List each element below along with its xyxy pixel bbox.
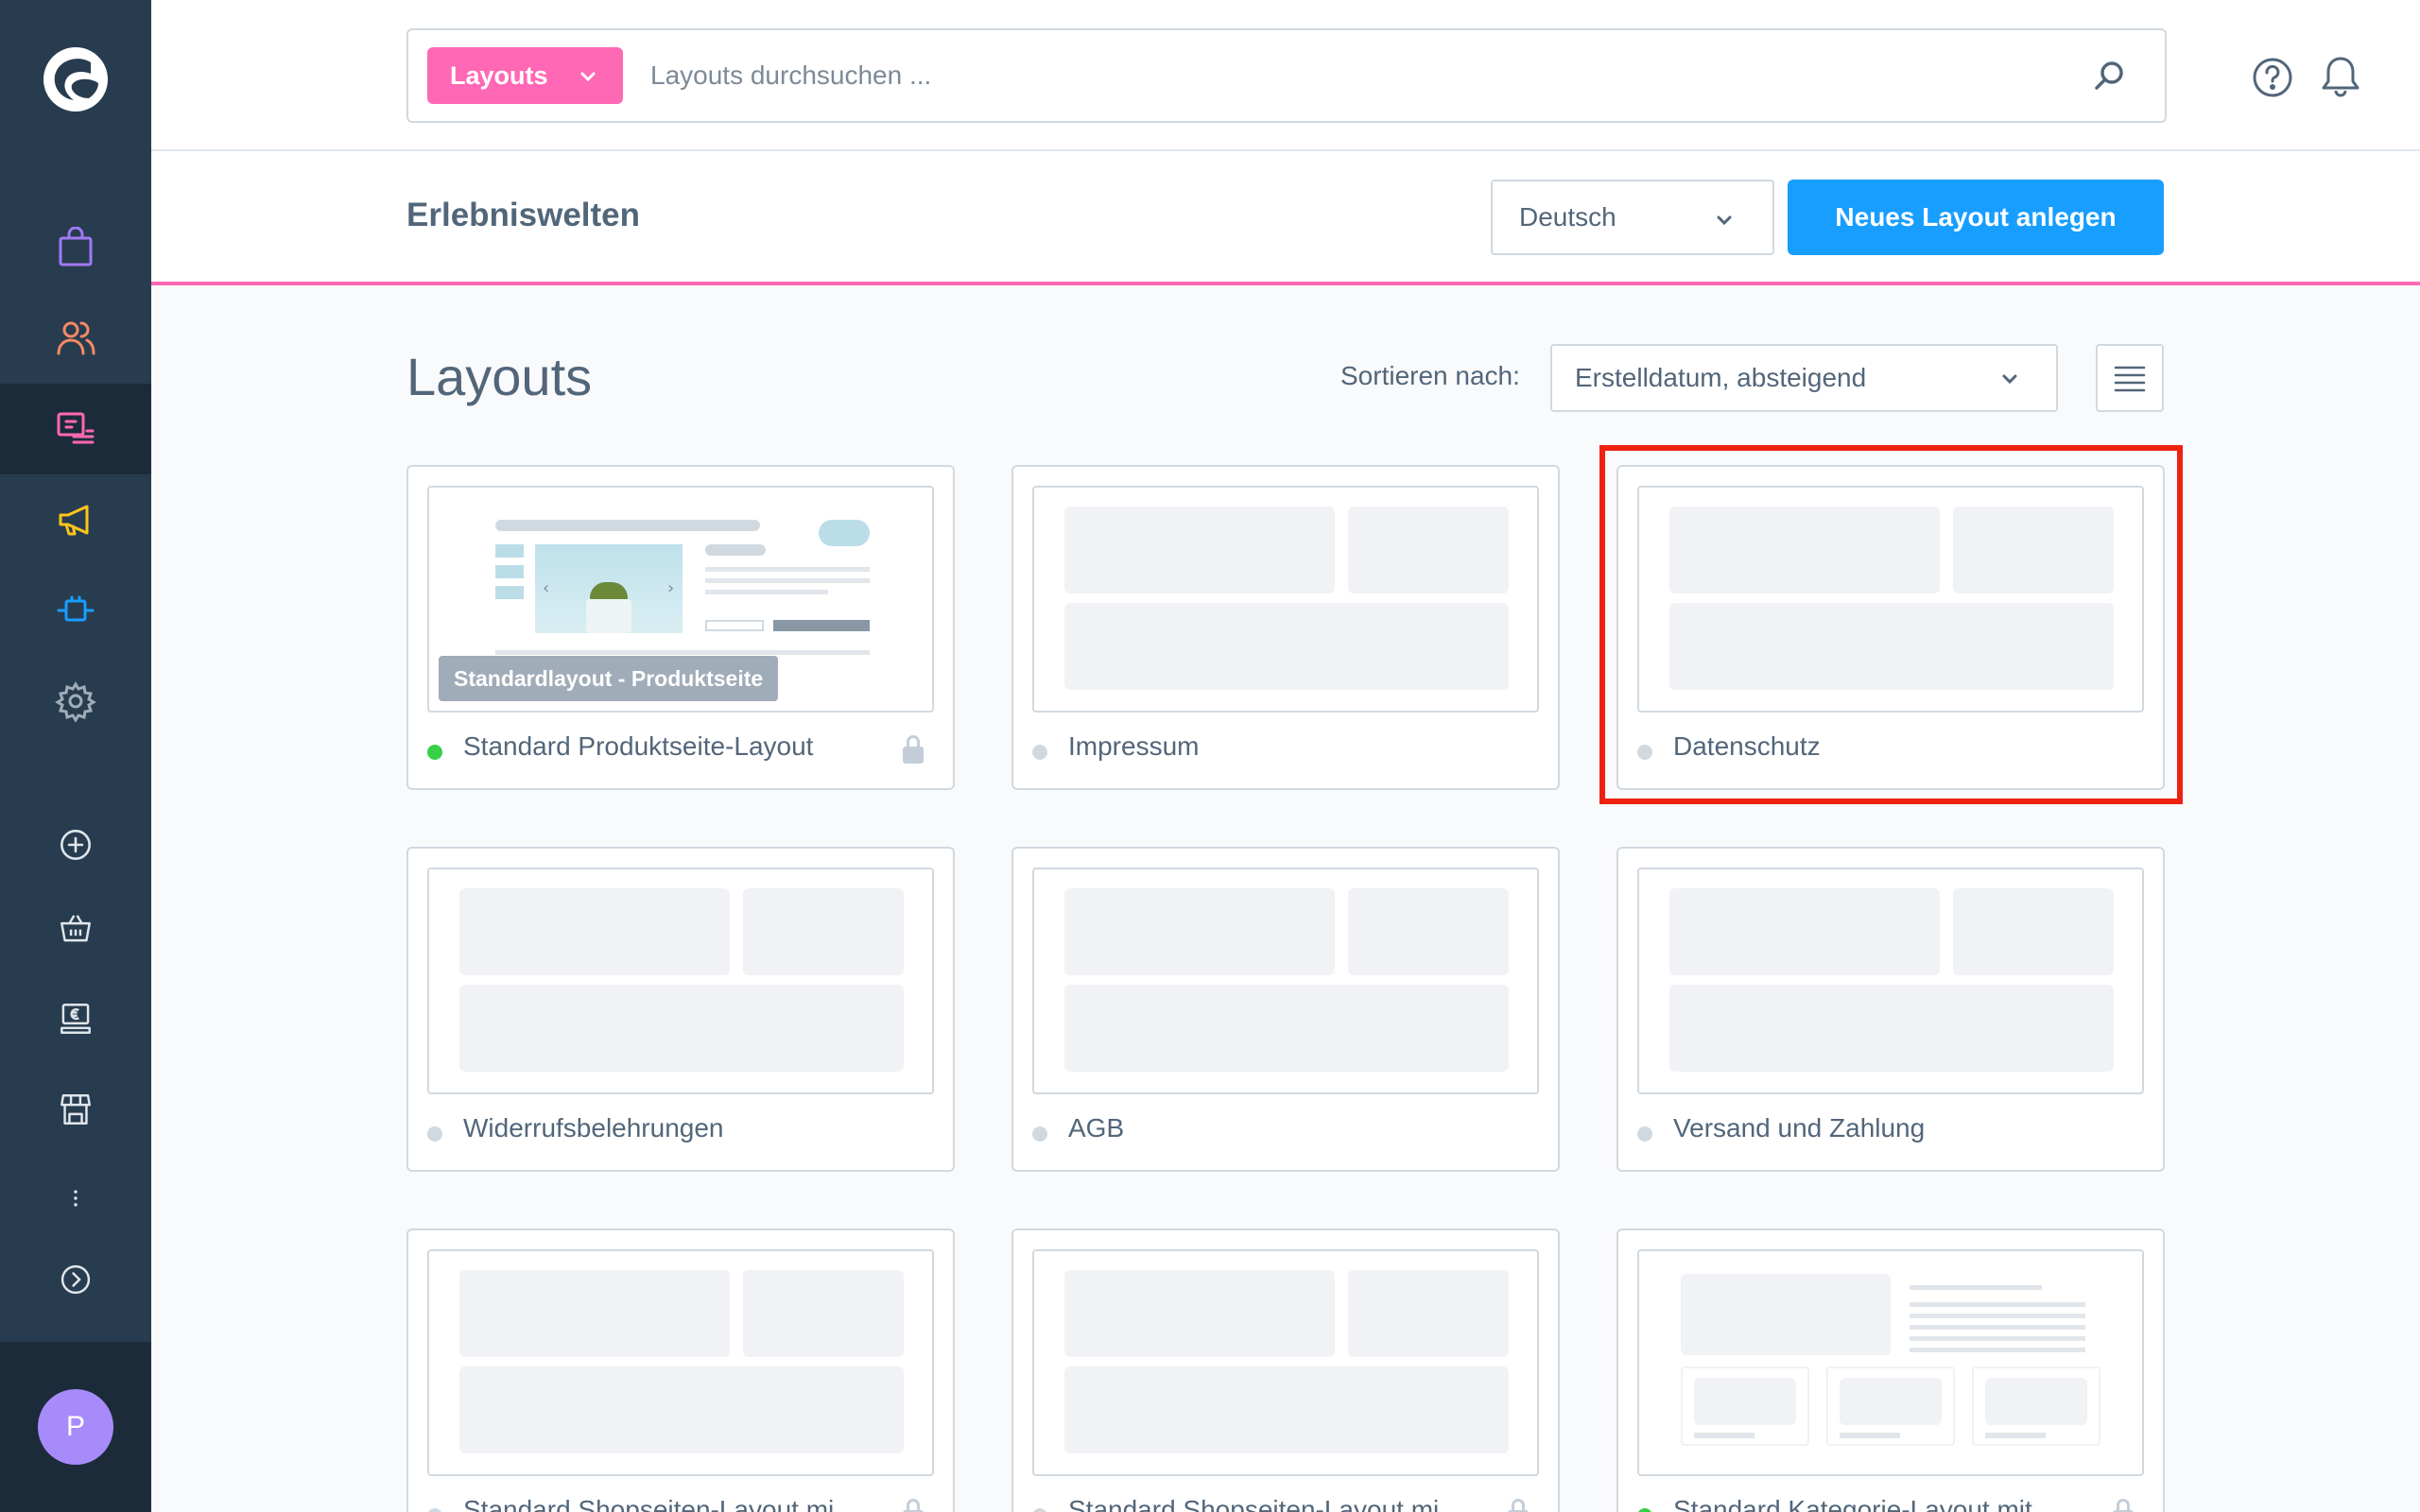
nav-content[interactable]: [0, 384, 151, 474]
chevron-down-icon: [580, 72, 596, 82]
status-indicator: [1032, 745, 1047, 760]
status-indicator: [1637, 1126, 1652, 1142]
layout-preview: [1637, 868, 2144, 1094]
nav-add-sales-channel[interactable]: [0, 799, 151, 890]
nav-more[interactable]: [0, 1153, 151, 1244]
shopware-logo-icon[interactable]: [42, 45, 110, 113]
layout-card[interactable]: Widerrufsbelehrungen: [406, 847, 955, 1172]
status-indicator: [1637, 1508, 1652, 1512]
layout-preview: ‹ › Standardlayout - Produktseite: [427, 486, 934, 713]
sales-channel-store-icon: [60, 1094, 91, 1125]
sales-channel-basket-icon: [60, 915, 91, 942]
create-layout-button[interactable]: Neues Layout anlegen: [1788, 180, 2164, 255]
language-switch[interactable]: Deutsch: [1491, 180, 1774, 255]
highlight-box: [1599, 445, 2183, 804]
smart-bar: Erlebniswelten Deutsch Neues Layout anle…: [151, 151, 2420, 285]
global-search[interactable]: Layouts Layouts durchsuchen ...: [406, 28, 2167, 123]
content-icon: [57, 412, 95, 444]
status-indicator: [1032, 1508, 1047, 1512]
lock-icon: [2113, 1499, 2134, 1512]
nav-sales-channel-storefront[interactable]: [0, 883, 151, 973]
top-header: Layouts Layouts durchsuchen ...: [151, 0, 2420, 151]
layout-preview: [1032, 868, 1539, 1094]
chevron-down-icon: [2002, 374, 2017, 385]
sales-channel-pos-icon: [60, 1004, 91, 1034]
extensions-icon: [57, 595, 95, 622]
list-view-icon: [2114, 366, 2146, 392]
layout-card[interactable]: Standard Kategorie-Layout mit: [1616, 1228, 2165, 1512]
layout-name: Impressum: [1068, 731, 1200, 761]
nav-marketing[interactable]: [0, 474, 151, 565]
layout-preview: [1032, 1249, 1539, 1476]
list-view-toggle[interactable]: [2096, 344, 2164, 412]
search-icon[interactable]: [2091, 59, 2127, 94]
nav-catalogue[interactable]: [0, 202, 151, 293]
search-type-selector[interactable]: Layouts: [427, 47, 623, 104]
search-input[interactable]: Layouts durchsuchen ...: [650, 60, 931, 91]
layout-card[interactable]: Standard Shopseiten-Layout mi: [406, 1228, 955, 1512]
customers-icon: [57, 321, 95, 355]
layout-name: Standard Produktseite-Layout: [463, 731, 814, 761]
nav-settings[interactable]: [0, 656, 151, 747]
search-type-label: Layouts: [450, 60, 548, 90]
layout-card[interactable]: Versand und Zahlung: [1616, 847, 2165, 1172]
nav-extensions[interactable]: [0, 565, 151, 656]
layout-name: Versand und Zahlung: [1673, 1113, 1926, 1143]
status-indicator: [427, 745, 442, 760]
layouts-heading: Layouts: [406, 347, 593, 406]
language-value: Deutsch: [1519, 202, 1616, 232]
add-icon: [60, 830, 91, 860]
notifications-bell-icon[interactable]: [2320, 55, 2361, 98]
layout-preview: [427, 868, 934, 1094]
layout-name: Widerrufsbelehrungen: [463, 1113, 724, 1143]
nav-sales-channel-pos[interactable]: [0, 973, 151, 1064]
layout-card[interactable]: Standard Shopseiten-Layout mi: [1011, 1228, 1560, 1512]
catalogue-icon: [59, 227, 93, 266]
layout-card[interactable]: ‹ › Standardlayout - Produktseite Standa…: [406, 465, 955, 790]
layout-name: AGB: [1068, 1113, 1125, 1143]
layout-card[interactable]: Impressum: [1011, 465, 1560, 790]
sort-label: Sortieren nach:: [1340, 361, 1520, 390]
layout-name: Standard Shopseiten-Layout mi: [1068, 1495, 1440, 1512]
admin-sidebar: P: [0, 0, 151, 1512]
nav-sales-channel-store[interactable]: [0, 1064, 151, 1155]
layout-preview: [1032, 486, 1539, 713]
layout-card[interactable]: AGB: [1011, 847, 1560, 1172]
sidebar-user-area: P: [0, 1342, 151, 1512]
expand-icon: [60, 1264, 91, 1295]
nav-customers[interactable]: [0, 293, 151, 384]
marketing-icon: [59, 505, 89, 536]
avatar[interactable]: P: [38, 1389, 113, 1465]
sort-value: Erstelldatum, absteigend: [1575, 363, 1867, 392]
chevron-down-icon: [1717, 215, 1732, 226]
status-indicator: [427, 1508, 442, 1512]
sort-select[interactable]: Erstelldatum, absteigend: [1550, 344, 2058, 412]
more-icon: [74, 1190, 78, 1207]
preview-label-badge: Standardlayout - Produktseite: [439, 656, 779, 701]
page-title: Erlebniswelten: [406, 197, 641, 233]
lock-icon: [903, 1499, 924, 1512]
status-indicator: [1032, 1126, 1047, 1142]
layout-name: Standard Shopseiten-Layout mi: [463, 1495, 835, 1512]
layout-preview: [1637, 1249, 2144, 1476]
status-indicator: [427, 1126, 442, 1142]
nav-expand[interactable]: [0, 1234, 151, 1325]
help-icon[interactable]: [2252, 57, 2293, 98]
layout-name: Standard Kategorie-Layout mit: [1673, 1495, 2032, 1512]
settings-icon: [55, 681, 96, 722]
lock-icon: [903, 735, 924, 764]
layout-preview: [427, 1249, 934, 1476]
lock-icon: [1508, 1499, 1529, 1512]
